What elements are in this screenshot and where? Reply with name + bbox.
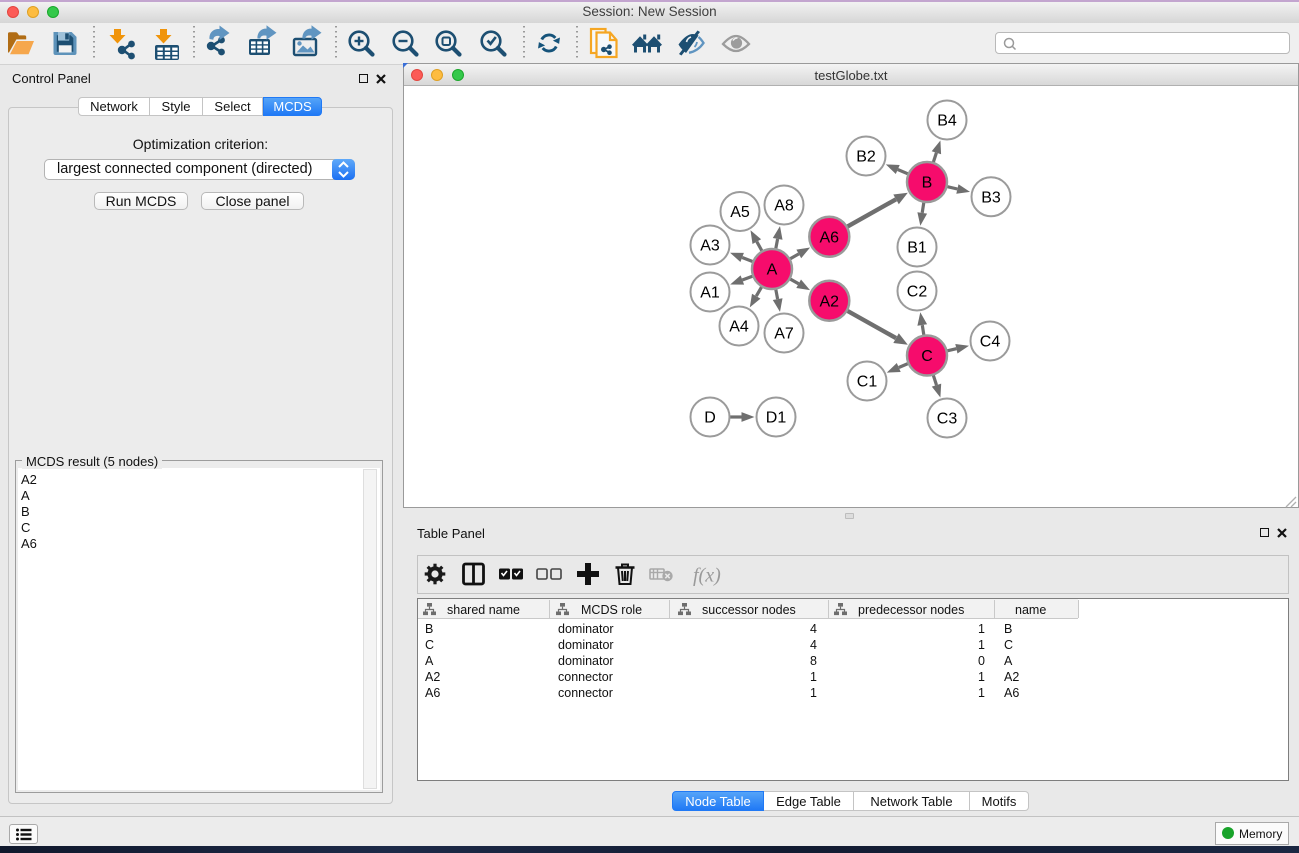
- svg-text:A1: A1: [700, 285, 720, 302]
- svg-text:f(x): f(x): [693, 565, 721, 587]
- svg-text:B3: B3: [981, 189, 1001, 206]
- svg-text:A4: A4: [729, 319, 749, 336]
- svg-text:B2: B2: [856, 149, 876, 166]
- svg-text:B1: B1: [907, 240, 927, 257]
- svg-text:A6: A6: [820, 229, 840, 246]
- svg-text:A5: A5: [730, 204, 750, 221]
- svg-text:C4: C4: [980, 334, 1001, 351]
- svg-text:A3: A3: [700, 238, 720, 255]
- svg-text:A8: A8: [774, 198, 794, 215]
- svg-text:C1: C1: [857, 374, 878, 391]
- svg-text:C3: C3: [937, 411, 958, 428]
- svg-text:A: A: [767, 262, 778, 279]
- svg-text:A7: A7: [774, 326, 794, 343]
- svg-text:A2: A2: [820, 293, 840, 310]
- svg-text:B4: B4: [937, 113, 957, 130]
- svg-text:D: D: [704, 410, 716, 427]
- svg-text:C: C: [921, 348, 933, 365]
- svg-text:C2: C2: [907, 284, 928, 301]
- svg-text:D1: D1: [766, 410, 787, 427]
- svg-text:B: B: [922, 175, 933, 192]
